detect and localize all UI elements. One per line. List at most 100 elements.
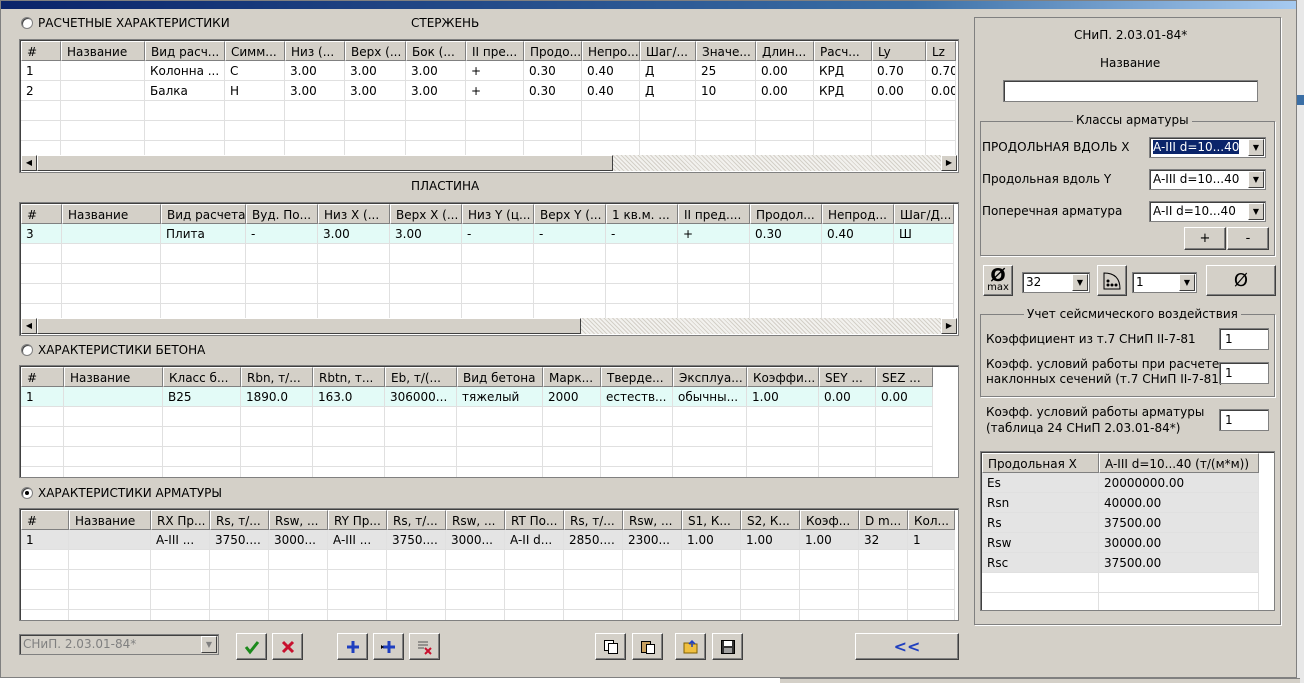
table-cell[interactable] bbox=[313, 467, 385, 477]
column-header[interactable]: Rs, т/... bbox=[564, 510, 623, 530]
table-cell[interactable]: 1 bbox=[21, 61, 61, 81]
table-cell[interactable] bbox=[640, 101, 696, 121]
table-cell[interactable] bbox=[387, 610, 446, 620]
add-button[interactable] bbox=[337, 633, 368, 660]
column-header[interactable]: Низ (... bbox=[285, 41, 345, 61]
property-name[interactable]: Rsn bbox=[982, 493, 1099, 513]
table-cell[interactable]: 163.0 bbox=[313, 387, 385, 407]
table-cell[interactable] bbox=[313, 427, 385, 447]
table-cell[interactable] bbox=[623, 610, 682, 620]
table-cell[interactable] bbox=[678, 264, 750, 284]
table-cell[interactable] bbox=[682, 590, 741, 610]
table-cell[interactable] bbox=[145, 101, 225, 121]
table-cell[interactable]: 0.00 bbox=[756, 81, 814, 101]
concrete-characteristics-radio[interactable]: ХАРАКТЕРИСТИКИ БЕТОНА bbox=[21, 343, 205, 357]
table-cell[interactable] bbox=[623, 550, 682, 570]
column-header[interactable]: Непрод... bbox=[822, 204, 894, 224]
table-cell[interactable] bbox=[859, 610, 908, 620]
column-header[interactable]: Симм... bbox=[225, 41, 285, 61]
scroll-right-icon[interactable]: ▶ bbox=[941, 155, 957, 171]
table-cell[interactable]: Колонна ... bbox=[145, 61, 225, 81]
table-cell[interactable] bbox=[741, 590, 800, 610]
table-cell[interactable] bbox=[894, 244, 954, 264]
table-cell[interactable] bbox=[345, 121, 406, 141]
scroll-thumb[interactable] bbox=[37, 318, 581, 334]
table-cell[interactable]: 306000... bbox=[385, 387, 457, 407]
table-cell[interactable] bbox=[21, 121, 61, 141]
table-cell[interactable] bbox=[61, 121, 145, 141]
column-header[interactable]: Rs, т/... bbox=[387, 510, 446, 530]
property-value[interactable]: 40000.00 bbox=[1099, 493, 1259, 513]
table-cell[interactable] bbox=[819, 407, 876, 427]
table-cell[interactable] bbox=[822, 284, 894, 304]
rebar-properties-table[interactable]: Продольная X A-III d=10...40 (т/(м*м)) Es 2… bbox=[980, 451, 1275, 611]
column-header[interactable]: II пред.... bbox=[678, 204, 750, 224]
table-cell[interactable] bbox=[285, 121, 345, 141]
table-cell[interactable] bbox=[285, 101, 345, 121]
empty-row[interactable] bbox=[21, 101, 956, 121]
column-header[interactable]: Низ Y (ц... bbox=[462, 204, 534, 224]
empty-row[interactable] bbox=[21, 610, 955, 620]
radio-button[interactable] bbox=[21, 344, 33, 356]
table-cell[interactable]: Д bbox=[640, 61, 696, 81]
table-cell[interactable] bbox=[747, 407, 819, 427]
paste-button[interactable] bbox=[632, 633, 663, 660]
column-header[interactable]: Длин... bbox=[756, 41, 814, 61]
table-cell[interactable] bbox=[457, 407, 543, 427]
table-cell[interactable] bbox=[741, 550, 800, 570]
table-cell[interactable]: 3.00 bbox=[345, 61, 406, 81]
rebar-work-field[interactable]: 1 bbox=[1219, 409, 1269, 431]
column-header[interactable]: # bbox=[21, 204, 62, 224]
table-cell[interactable] bbox=[390, 264, 462, 284]
empty-row[interactable] bbox=[21, 264, 954, 284]
table-cell[interactable] bbox=[747, 467, 819, 477]
property-value[interactable] bbox=[1099, 593, 1259, 610]
table-cell[interactable] bbox=[225, 101, 285, 121]
table-cell[interactable]: Плита bbox=[161, 224, 246, 244]
table-cell[interactable]: 0.40 bbox=[822, 224, 894, 244]
table-cell[interactable] bbox=[246, 244, 318, 264]
table-cell[interactable] bbox=[800, 610, 859, 620]
empty-row[interactable] bbox=[21, 284, 954, 304]
empty-row[interactable] bbox=[982, 573, 1259, 593]
table-cell[interactable] bbox=[21, 610, 69, 620]
table-cell[interactable] bbox=[894, 284, 954, 304]
table-cell[interactable] bbox=[328, 590, 387, 610]
table-cell[interactable]: A-III ... bbox=[151, 530, 210, 550]
table-cell[interactable] bbox=[64, 467, 163, 477]
table-cell[interactable] bbox=[462, 244, 534, 264]
table-cell[interactable]: 25 bbox=[696, 61, 756, 81]
table-cell[interactable] bbox=[387, 570, 446, 590]
table-cell[interactable]: 1.00 bbox=[682, 530, 741, 550]
table-cell[interactable] bbox=[62, 224, 161, 244]
table-cell[interactable] bbox=[682, 610, 741, 620]
table-cell[interactable] bbox=[601, 467, 673, 477]
property-value[interactable]: 37500.00 bbox=[1099, 513, 1259, 533]
scroll-right-icon[interactable]: ▶ bbox=[941, 318, 957, 334]
table-cell[interactable] bbox=[534, 284, 606, 304]
column-header[interactable]: Бок (... bbox=[406, 41, 466, 61]
property-row[interactable]: Rsw 30000.00 bbox=[982, 533, 1259, 553]
table-cell[interactable]: 2850.... bbox=[564, 530, 623, 550]
table-cell[interactable]: тяжелый bbox=[457, 387, 543, 407]
table-cell[interactable]: Ш bbox=[894, 224, 954, 244]
table-cell[interactable]: 32 bbox=[859, 530, 908, 550]
table-cell[interactable] bbox=[601, 447, 673, 467]
table-cell[interactable] bbox=[64, 447, 163, 467]
table-cell[interactable] bbox=[606, 244, 678, 264]
table-cell[interactable] bbox=[673, 407, 747, 427]
table-cell[interactable]: - bbox=[534, 224, 606, 244]
property-row[interactable]: Rsc 37500.00 bbox=[982, 553, 1259, 573]
long-y-combo[interactable]: A-III d=10...40 ▼ bbox=[1149, 169, 1266, 190]
table-cell[interactable] bbox=[872, 121, 926, 141]
table-cell[interactable] bbox=[876, 407, 933, 427]
table-cell[interactable] bbox=[328, 550, 387, 570]
table-cell[interactable] bbox=[69, 610, 151, 620]
table-cell[interactable] bbox=[814, 101, 872, 121]
table-cell[interactable] bbox=[750, 244, 822, 264]
table-cell[interactable] bbox=[241, 467, 313, 477]
table-cell[interactable] bbox=[908, 610, 955, 620]
table-cell[interactable] bbox=[750, 264, 822, 284]
table-cell[interactable]: 0.40 bbox=[582, 81, 640, 101]
table-cell[interactable] bbox=[61, 101, 145, 121]
